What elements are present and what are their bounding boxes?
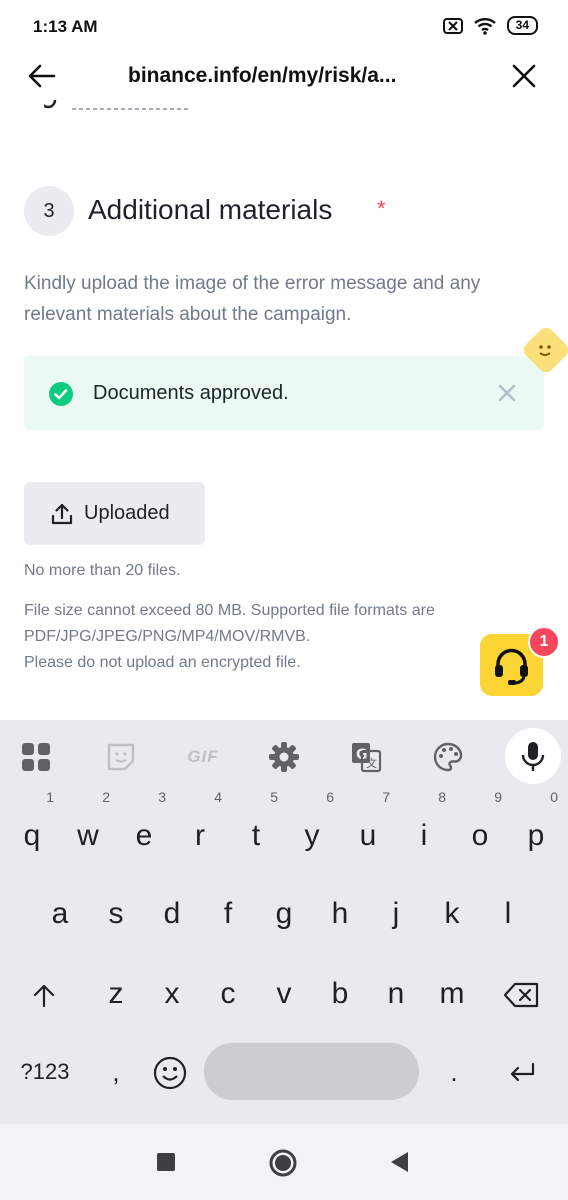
success-notice: Documents approved.: [24, 356, 544, 430]
enter-key[interactable]: [496, 1040, 548, 1104]
floating-mascot-widget[interactable]: [518, 322, 568, 378]
key-y[interactable]: 6y: [286, 790, 338, 868]
voice-input-button[interactable]: [505, 728, 561, 784]
upload-hint-encrypt: Please do not upload an encrypted file.: [24, 654, 301, 671]
key-c[interactable]: c: [202, 962, 254, 1026]
upload-hint-size: File size cannot exceed 80 MB. Supported…: [24, 602, 435, 645]
close-icon: [512, 64, 536, 88]
key-f[interactable]: f: [202, 882, 254, 946]
key-s[interactable]: s: [90, 882, 142, 946]
key-d[interactable]: d: [146, 882, 198, 946]
shift-arrow-icon: [33, 984, 55, 1008]
home-circle-icon[interactable]: [268, 1148, 298, 1178]
system-nav-bar: [0, 1124, 568, 1200]
page-url-title: binance.info/en/my/risk/a...: [128, 64, 397, 87]
key-a[interactable]: a: [34, 882, 86, 946]
recents-square-icon[interactable]: [156, 1152, 176, 1172]
key-q[interactable]: 1q: [6, 790, 58, 868]
section-title: Additional materials: [88, 194, 333, 225]
key-p[interactable]: 0p: [510, 790, 562, 868]
notification-badge: 1: [528, 626, 560, 658]
upload-icon: [51, 503, 73, 525]
key-b[interactable]: b: [314, 962, 366, 1026]
notice-text: Documents approved.: [93, 382, 289, 404]
key-k[interactable]: k: [426, 882, 478, 946]
symbols-key[interactable]: ?123: [10, 1040, 80, 1104]
settings-gear-icon[interactable]: [266, 740, 302, 774]
browser-topbar: binance.info/en/my/risk/a...: [0, 54, 568, 100]
backspace-key[interactable]: [496, 962, 548, 1026]
key-r[interactable]: 4r: [174, 790, 226, 868]
translate-icon[interactable]: G文: [348, 740, 384, 774]
key-j[interactable]: j: [370, 882, 422, 946]
space-bar[interactable]: [204, 1043, 419, 1100]
backspace-icon: [503, 982, 539, 1008]
section-description: Kindly upload the image of the error mes…: [24, 273, 481, 325]
apps-grid-icon[interactable]: [18, 740, 54, 774]
key-o[interactable]: 9o: [454, 790, 506, 868]
upload-hint-count: No more than 20 files.: [24, 562, 181, 579]
svg-text:文: 文: [366, 756, 377, 770]
key-i[interactable]: 8i: [398, 790, 450, 868]
soft-keyboard: GIF G文 1q 2w 3e 4r 5t 6y 7u 8i 9o 0p a s…: [0, 720, 568, 1124]
key-m[interactable]: m: [426, 962, 478, 1026]
status-time: 1:13 AM: [33, 17, 98, 36]
clipped-radio-option: [44, 100, 190, 114]
period-key[interactable]: .: [428, 1040, 480, 1104]
key-l[interactable]: l: [482, 882, 534, 946]
gif-label: GIF: [187, 747, 219, 766]
back-button[interactable]: [26, 60, 58, 92]
key-x[interactable]: x: [146, 962, 198, 1026]
notice-close-icon[interactable]: [496, 382, 518, 404]
step-number: 3: [24, 186, 74, 236]
smiley-diamond-icon: [523, 327, 568, 373]
back-triangle-icon[interactable]: [388, 1150, 410, 1174]
key-e[interactable]: 3e: [118, 790, 170, 868]
upload-button-label: Uploaded: [84, 502, 170, 524]
upload-button[interactable]: Uploaded: [24, 482, 205, 545]
gif-button[interactable]: GIF: [182, 740, 224, 774]
microphone-icon: [521, 742, 545, 771]
arrow-left-icon: [28, 64, 56, 88]
sticker-icon[interactable]: [103, 740, 139, 774]
palette-icon[interactable]: [430, 740, 466, 774]
key-v[interactable]: v: [258, 962, 310, 1026]
emoji-icon: [153, 1056, 187, 1090]
key-u[interactable]: 7u: [342, 790, 394, 868]
key-t[interactable]: 5t: [230, 790, 282, 868]
sim-blocked-icon: [442, 17, 463, 34]
shift-key[interactable]: [18, 962, 70, 1026]
required-mark: *: [377, 196, 386, 221]
key-z[interactable]: z: [90, 962, 142, 1026]
comma-key[interactable]: ,: [90, 1040, 142, 1104]
key-g[interactable]: g: [258, 882, 310, 946]
key-n[interactable]: n: [370, 962, 422, 1026]
keyboard-toolbar: GIF G文: [0, 720, 568, 792]
key-w[interactable]: 2w: [62, 790, 114, 868]
status-bar: 1:13 AM 34: [0, 0, 568, 54]
close-button[interactable]: [508, 60, 540, 92]
emoji-key[interactable]: [144, 1040, 196, 1104]
upload-hint-block: File size cannot exceed 80 MB. Supported…: [24, 598, 544, 676]
check-circle-icon: [49, 382, 73, 406]
enter-icon: [510, 1062, 535, 1082]
key-h[interactable]: h: [314, 882, 366, 946]
battery-indicator: 34: [506, 16, 538, 35]
status-icons: 34: [442, 16, 538, 35]
wifi-icon: [473, 17, 496, 35]
